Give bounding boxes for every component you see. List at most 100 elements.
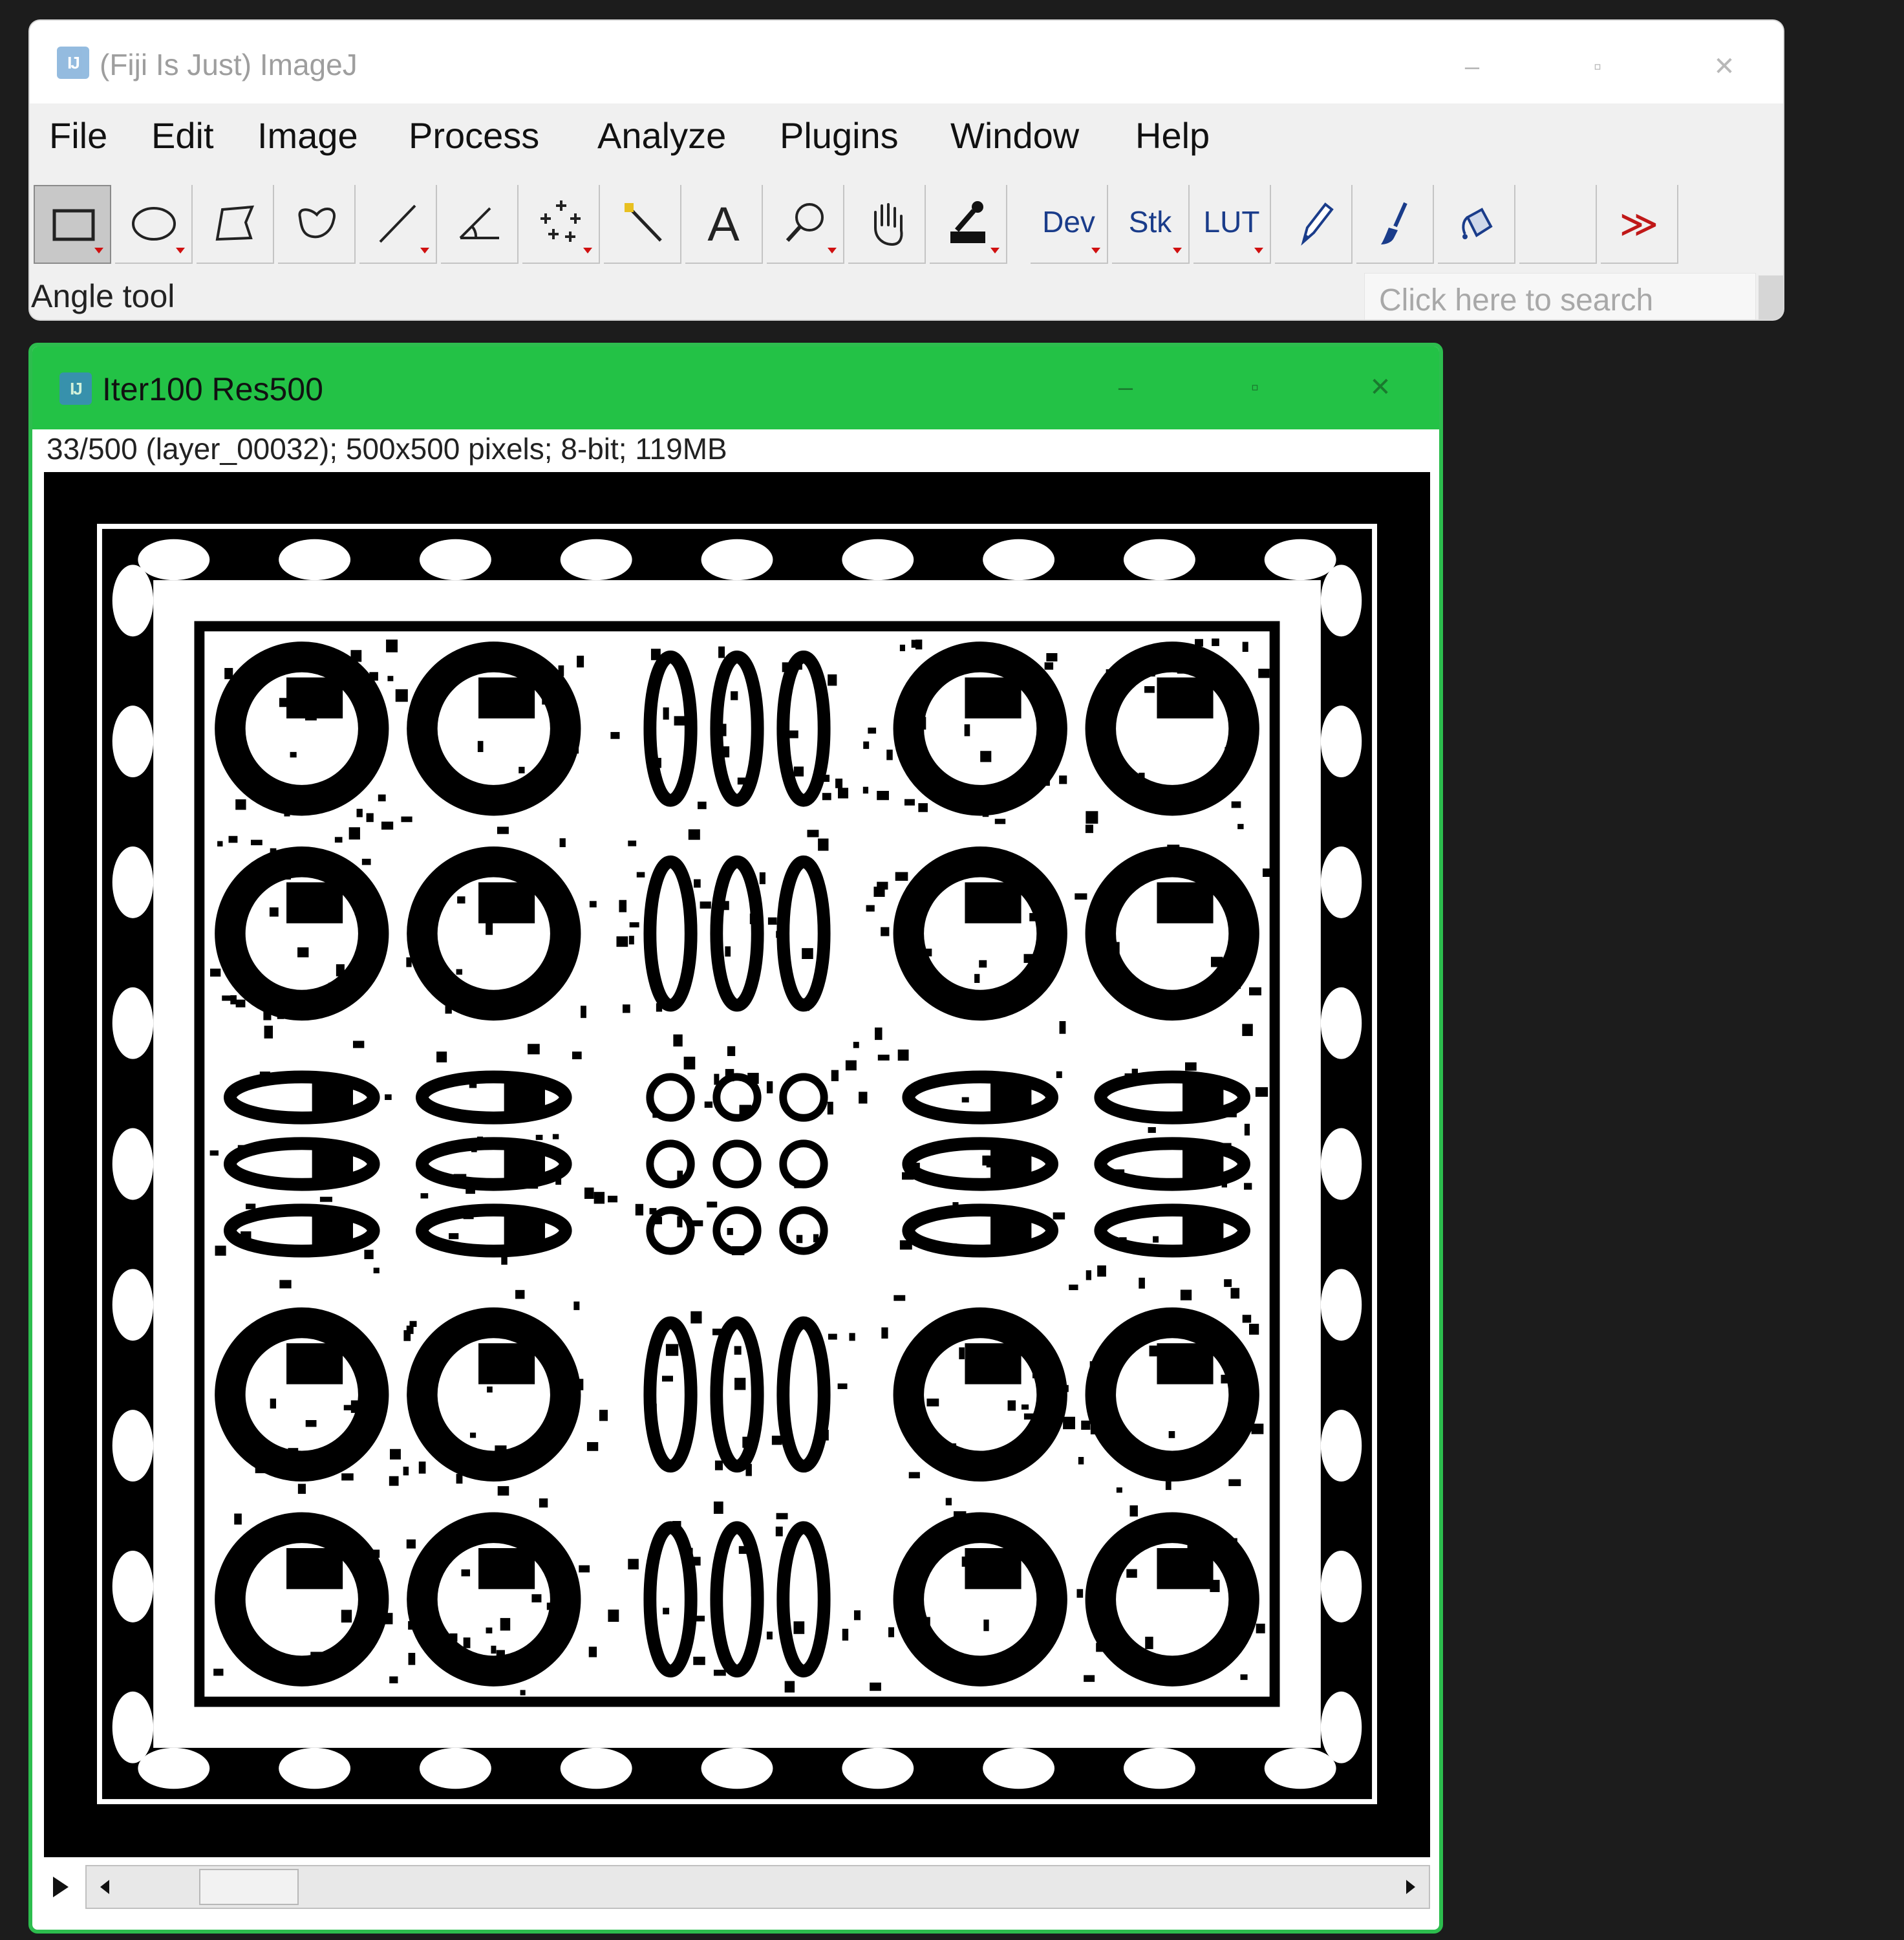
pattern-shape [487,1386,493,1393]
main-title-bar[interactable]: IJ (Fiji Is Just) ImageJ – ▫ ✕ [30,21,1783,103]
brush-tool-button[interactable] [1356,185,1434,264]
pattern-shape [366,1563,373,1573]
line-tool-button[interactable] [359,185,437,264]
pattern-shape [112,1128,154,1200]
pattern-shape [893,1295,906,1301]
pattern-shape [542,698,553,705]
pattern-shape [628,840,637,846]
scroll-left-button[interactable] [87,1866,123,1908]
maximize-button[interactable]: ▫ [1239,371,1271,404]
pattern-shape [322,1160,331,1167]
close-button[interactable]: ✕ [1364,371,1396,404]
minimize-button[interactable]: – [1109,371,1142,404]
pattern-shape [1089,1361,1100,1372]
pattern-shape [469,1077,477,1088]
scroll-right-button[interactable] [1393,1866,1429,1908]
pattern-shape [497,826,509,834]
freehand-tool-button[interactable] [278,185,356,264]
pattern-shape [886,749,893,760]
pattern-shape [515,1289,525,1299]
scroll-thumb[interactable] [199,1869,299,1905]
polygon-tool-button[interactable] [197,185,274,264]
search-box[interactable] [1364,273,1756,319]
pattern-shape [1104,1428,1114,1441]
search-input[interactable] [1365,274,1755,319]
wand-tool-button[interactable] [604,185,681,264]
play-animation-button[interactable] [45,1870,76,1904]
menu-help[interactable]: Help [1135,113,1210,159]
pattern-shape [519,766,525,773]
close-button[interactable]: ✕ [1708,50,1740,83]
angle-tool-button[interactable] [441,185,519,264]
pattern-shape [881,927,890,936]
flood-fill-tool-button[interactable] [1438,185,1515,264]
pattern-shape [1195,639,1203,647]
pattern-shape [589,901,597,908]
pattern-shape [1264,539,1336,581]
image-title-bar[interactable]: IJ Iter100 Res500 – ▫ ✕ [32,347,1439,429]
stk-tool-button[interactable]: Stk [1112,185,1190,264]
pattern-shape [1182,1079,1224,1116]
pattern-shape [353,872,362,879]
menu-image[interactable]: Image [257,113,358,159]
dev-tool-button[interactable]: Dev [1031,185,1108,264]
pattern-shape [707,1202,718,1208]
multipoint-tool-button[interactable] [522,185,600,264]
pattern-shape [422,1625,432,1637]
text-tool-button[interactable]: A [685,185,763,264]
pattern-shape [279,1747,351,1789]
pattern-shape [297,947,309,958]
pattern-shape [888,1627,895,1637]
search-scroll-button[interactable] [1759,275,1783,319]
pattern-shape [714,1073,720,1085]
pattern-shape [1146,1000,1154,1007]
pattern-shape [965,882,1022,923]
stack-scrollbar[interactable] [85,1865,1430,1909]
menu-plugins[interactable]: Plugins [780,113,899,159]
rectangle-tool-button[interactable] [34,185,111,264]
pattern-shape [909,1167,919,1174]
menu-process[interactable]: Process [409,113,539,159]
color-picker-tool-button[interactable] [930,185,1007,264]
image-canvas[interactable] [44,472,1430,1857]
pattern-shape [766,1081,773,1094]
zoom-tool-button[interactable] [767,185,844,264]
pattern-shape [469,1432,476,1438]
pattern-shape [776,1513,788,1520]
menu-window[interactable]: Window [950,113,1079,159]
pattern-shape [354,909,365,915]
more-tools-button[interactable]: ≫ [1601,185,1678,264]
pattern-shape [1320,706,1362,778]
imagej-logo-icon: IJ [57,47,89,79]
menu-analyze[interactable]: Analyze [597,113,726,159]
pattern-shape [793,1621,805,1634]
pattern-shape [1251,1423,1264,1434]
pattern-shape [945,1498,952,1505]
pattern-shape [1220,1143,1232,1151]
menu-edit[interactable]: Edit [151,113,214,159]
pattern-shape [734,1346,742,1355]
pattern-shape [112,987,154,1059]
pattern-shape [336,1528,347,1540]
pattern-shape [990,1212,1032,1249]
oval-tool-button[interactable] [115,185,193,264]
minimize-button[interactable]: – [1456,50,1488,83]
pattern-shape [616,936,628,947]
pattern-shape [385,1094,392,1101]
maximize-button[interactable]: ▫ [1581,50,1614,83]
pattern-shape [1182,1212,1224,1249]
pencil-tool-button[interactable] [1275,185,1353,264]
pattern-shape [721,901,729,911]
pattern-shape [1165,1481,1171,1491]
menu-file[interactable]: File [49,113,107,159]
dropdown-marker-icon [176,248,185,253]
lut-tool-button[interactable]: LUT [1193,185,1271,264]
pattern-shape [594,1192,605,1204]
pattern-shape [1021,1404,1029,1410]
pattern-shape [501,1254,508,1265]
pattern-shape [456,969,463,975]
pattern-shape [1224,1111,1237,1117]
pattern-shape [739,1105,751,1116]
pattern-shape [279,698,288,707]
hand-tool-button[interactable] [848,185,926,264]
